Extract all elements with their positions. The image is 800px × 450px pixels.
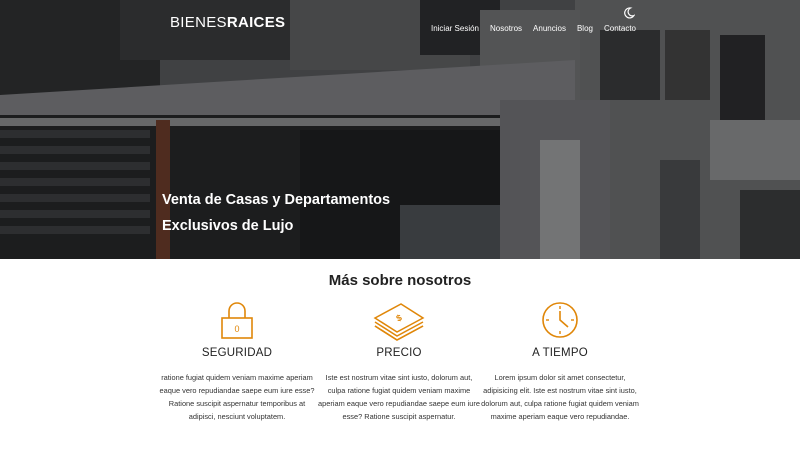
about-title: Más sobre nosotros (328, 272, 472, 289)
nav-nosotros[interactable]: Nosotros (490, 24, 522, 33)
hero-title-line1: Venta de Casas y Departamentos (162, 192, 391, 208)
feature-text: Lorem ipsum dolor sit amet consectetur, … (481, 373, 639, 421)
logo-text-light: BIENES (170, 13, 227, 31)
clock-icon (542, 302, 578, 338)
hero: BIENESRAICES Iniciar Sesión Nosotros Anu… (0, 0, 800, 259)
lock-icon: 0 (221, 302, 253, 339)
feature-text: Iste est nostrum vitae sint iusto, dolor… (318, 373, 480, 421)
feature-seguridad: 0 SEGURIDAD ratione fugiat quidem veniam… (156, 298, 318, 423)
svg-text:0: 0 (234, 324, 239, 334)
header: BIENESRAICES Iniciar Sesión Nosotros Anu… (170, 10, 636, 34)
feature-title: PRECIO (376, 347, 422, 359)
feature-title: A TIEMPO (532, 347, 588, 359)
hero-title-line2: Exclusivos de Lujo (162, 218, 294, 234)
moon-icon[interactable] (623, 7, 635, 19)
nav-contacto[interactable]: Contacto (604, 24, 636, 33)
feature-a-tiempo: A TIEMPO Lorem ipsum dolor sit amet cons… (479, 298, 641, 423)
nav-login[interactable]: Iniciar Sesión (431, 24, 479, 33)
hero-title: Venta de Casas y Departamentos Exclusivo… (162, 187, 462, 239)
svg-text:$: $ (395, 312, 404, 323)
logo-text-bold: RAICES (226, 13, 286, 31)
feature-text: ratione fugiat quidem veniam maxime aper… (159, 373, 315, 421)
nav-anuncios[interactable]: Anuncios (533, 24, 566, 33)
main-nav: Iniciar Sesión Nosotros Anuncios Blog Co… (431, 24, 636, 33)
money-icon: $ (373, 303, 425, 341)
site-logo[interactable]: BIENESRAICES (170, 14, 285, 31)
feature-title: SEGURIDAD (201, 347, 273, 359)
feature-precio: $ PRECIO Iste est nostrum vitae sint ius… (318, 298, 480, 423)
nav-blog[interactable]: Blog (577, 24, 593, 33)
